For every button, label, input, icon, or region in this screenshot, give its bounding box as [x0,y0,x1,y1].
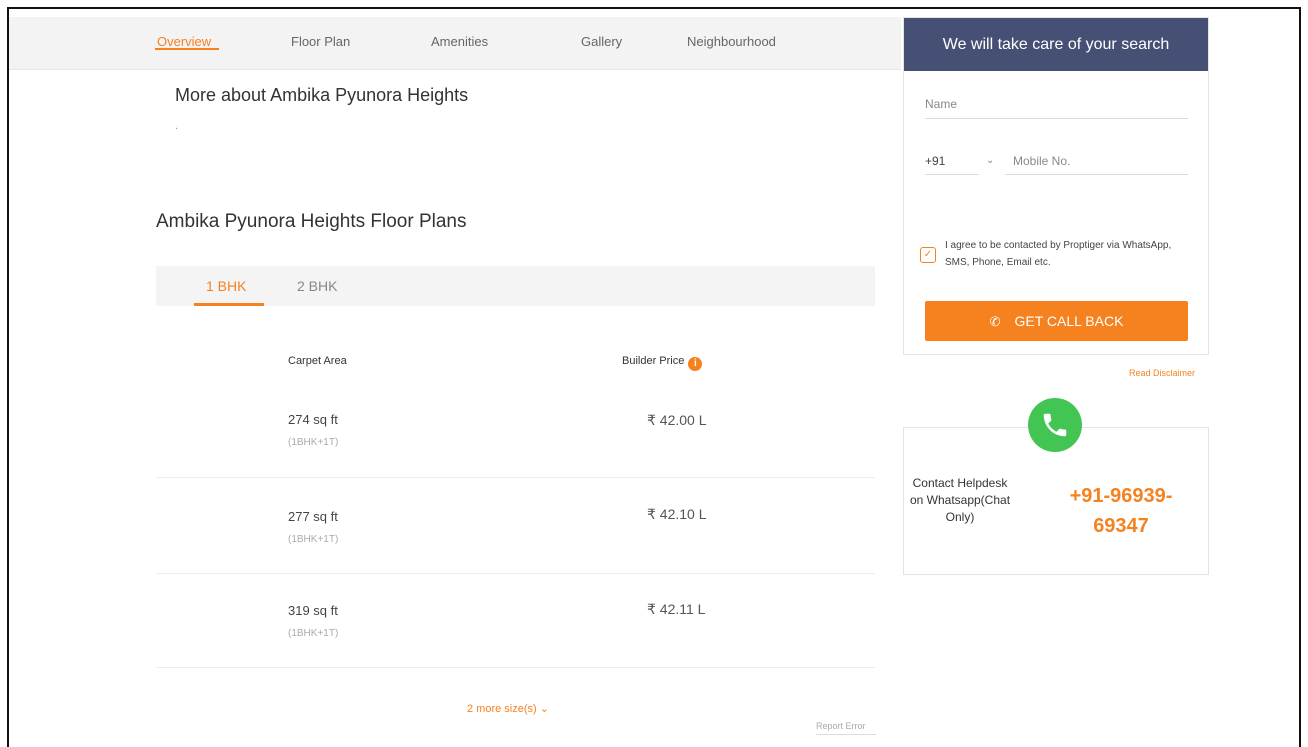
lead-form: We will take care of your search Name +9… [903,17,1209,355]
row-divider [156,667,875,668]
whatsapp-icon [1043,413,1067,437]
nav-floor-plan[interactable]: Floor Plan [291,34,350,49]
nav-amenities[interactable]: Amenities [431,34,488,49]
tab-active-indicator [194,303,264,306]
form-title: We will take care of your search [904,18,1208,71]
chevron-down-icon: ⌄ [539,703,549,715]
name-input-line [925,118,1188,119]
row-divider [156,573,875,574]
bhk-tabs: 1 BHK 2 BHK [156,266,875,306]
row-type: (1BHK+1T) [288,437,339,448]
get-call-back-label: GET CALL BACK [1014,313,1124,329]
info-icon[interactable]: i [688,357,703,371]
name-input[interactable]: Name [925,97,957,111]
tab-2bhk[interactable]: 2 BHK [297,278,337,294]
whatsapp-phone-number[interactable]: +91-96939-69347 [1046,481,1196,541]
row-divider [156,477,875,478]
column-header-price-label: Builder Price [622,355,685,367]
nav-neighbourhood[interactable]: Neighbourhood [687,34,776,49]
row-area: 277 sq ft [288,509,338,524]
section-nav: Overview Floor Plan Amenities Gallery Ne… [9,17,901,70]
floor-plans-title: Ambika Pyunora Heights Floor Plans [156,211,467,232]
row-type: (1BHK+1T) [288,534,339,545]
nav-gallery[interactable]: Gallery [581,34,622,49]
report-error-underline [816,734,876,735]
about-text: . [175,120,179,132]
about-title: More about Ambika Pyunora Heights [175,85,469,105]
chevron-down-icon: ⌄ [986,155,995,166]
more-sizes-link[interactable]: 2 more size(s) ⌄ [467,702,549,715]
whatsapp-contact-text: Contact Helpdesk on Whatsapp(Chat Only) [909,476,1011,524]
get-call-back-button[interactable]: ✆ GET CALL BACK [925,301,1188,341]
row-type: (1BHK+1T) [288,628,339,639]
more-sizes-label: 2 more size(s) [467,703,537,715]
row-area: 319 sq ft [288,603,338,618]
row-price: ₹ 42.11 L [647,601,706,617]
row-price: ₹ 42.00 L [647,412,707,428]
mobile-input-line [1005,174,1188,175]
agree-checkbox[interactable]: ✓ [920,247,936,263]
report-error-link[interactable]: Report Error [816,721,866,731]
agree-text: I agree to be contacted by Proptiger via… [945,240,1172,268]
nav-overview[interactable]: Overview [157,34,211,49]
country-code-line [925,174,979,175]
nav-active-indicator [155,48,219,50]
country-code-select[interactable]: +91 [925,154,945,168]
read-disclaimer-link[interactable]: Read Disclaimer [1129,368,1195,378]
row-price: ₹ 42.10 L [647,506,707,522]
mobile-input[interactable]: Mobile No. [1013,154,1070,168]
check-icon: ✓ [923,249,933,260]
tab-1bhk[interactable]: 1 BHK [206,278,246,294]
phone-icon: ✆ [989,314,1001,329]
row-area: 274 sq ft [288,412,338,427]
column-header-area: Carpet Area [288,355,347,367]
whatsapp-icon[interactable] [1028,398,1082,452]
column-header-price: Builder Price i [622,355,703,371]
